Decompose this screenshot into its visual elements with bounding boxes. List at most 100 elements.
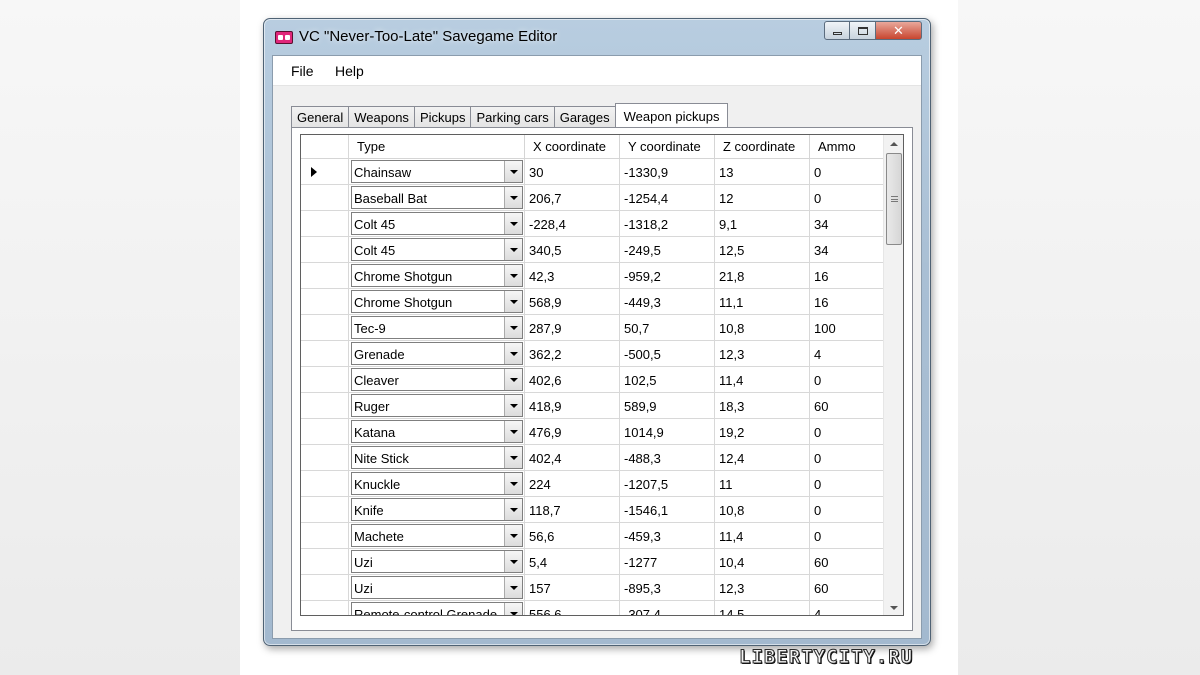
row-header[interactable] xyxy=(301,185,349,211)
menu-help[interactable]: Help xyxy=(335,63,364,79)
z-coordinate-cell[interactable]: 10,8 xyxy=(715,315,810,341)
table-row[interactable]: Grenade 362,2 -500,5 12,3 4 xyxy=(301,341,885,367)
column-header-y[interactable]: Y coordinate xyxy=(620,135,715,159)
menu-file[interactable]: File xyxy=(291,63,314,79)
type-dropdown[interactable]: Chrome Shotgun xyxy=(351,264,523,287)
table-row[interactable]: Colt 45 340,5 -249,5 12,5 34 xyxy=(301,237,885,263)
x-coordinate-cell[interactable]: 340,5 xyxy=(525,237,620,263)
x-coordinate-cell[interactable]: 224 xyxy=(525,471,620,497)
z-coordinate-cell[interactable]: 11,1 xyxy=(715,289,810,315)
table-row[interactable]: Knife 118,7 -1546,1 10,8 0 xyxy=(301,497,885,523)
table-row[interactable]: Uzi 5,4 -1277 10,4 60 xyxy=(301,549,885,575)
ammo-cell[interactable]: 4 xyxy=(810,341,885,367)
table-row[interactable]: Remote-control Grenade 556,6 -307,4 14,5 4 xyxy=(301,601,885,615)
dropdown-button[interactable] xyxy=(504,213,522,234)
tab-pickups[interactable]: Pickups xyxy=(413,106,471,128)
type-dropdown[interactable]: Uzi xyxy=(351,550,523,573)
x-coordinate-cell[interactable]: 118,7 xyxy=(525,497,620,523)
type-dropdown[interactable]: Nite Stick xyxy=(351,446,523,469)
y-coordinate-cell[interactable]: -249,5 xyxy=(620,237,715,263)
dropdown-button[interactable] xyxy=(504,265,522,286)
ammo-cell[interactable]: 0 xyxy=(810,367,885,393)
z-coordinate-cell[interactable]: 19,2 xyxy=(715,419,810,445)
table-row[interactable]: Knuckle 224 -1207,5 11 0 xyxy=(301,471,885,497)
z-coordinate-cell[interactable]: 9,1 xyxy=(715,211,810,237)
dropdown-button[interactable] xyxy=(504,395,522,416)
y-coordinate-cell[interactable]: -1318,2 xyxy=(620,211,715,237)
x-coordinate-cell[interactable]: 568,9 xyxy=(525,289,620,315)
minimize-button[interactable] xyxy=(824,21,850,40)
y-coordinate-cell[interactable]: -959,2 xyxy=(620,263,715,289)
y-coordinate-cell[interactable]: -449,3 xyxy=(620,289,715,315)
y-coordinate-cell[interactable]: 589,9 xyxy=(620,393,715,419)
scroll-down-button[interactable] xyxy=(884,599,903,615)
column-header-ammo[interactable]: Ammo xyxy=(810,135,885,159)
row-header[interactable] xyxy=(301,263,349,289)
table-row[interactable]: Chainsaw 30 -1330,9 13 0 xyxy=(301,159,885,185)
dropdown-button[interactable] xyxy=(504,525,522,546)
ammo-cell[interactable]: 60 xyxy=(810,393,885,419)
y-coordinate-cell[interactable]: -307,4 xyxy=(620,601,715,615)
x-coordinate-cell[interactable]: 287,9 xyxy=(525,315,620,341)
row-header[interactable] xyxy=(301,341,349,367)
ammo-cell[interactable]: 60 xyxy=(810,549,885,575)
row-header[interactable] xyxy=(301,419,349,445)
ammo-cell[interactable]: 100 xyxy=(810,315,885,341)
y-coordinate-cell[interactable]: -500,5 xyxy=(620,341,715,367)
dropdown-button[interactable] xyxy=(504,343,522,364)
ammo-cell[interactable]: 16 xyxy=(810,289,885,315)
x-coordinate-cell[interactable]: 418,9 xyxy=(525,393,620,419)
ammo-cell[interactable]: 0 xyxy=(810,523,885,549)
x-coordinate-cell[interactable]: 402,4 xyxy=(525,445,620,471)
app-icon[interactable] xyxy=(275,31,293,44)
type-dropdown[interactable]: Tec-9 xyxy=(351,316,523,339)
column-header-x[interactable]: X coordinate xyxy=(525,135,620,159)
y-coordinate-cell[interactable]: 50,7 xyxy=(620,315,715,341)
tab-general[interactable]: General xyxy=(291,106,349,128)
type-dropdown[interactable]: Uzi xyxy=(351,576,523,599)
y-coordinate-cell[interactable]: -1330,9 xyxy=(620,159,715,185)
row-header[interactable] xyxy=(301,393,349,419)
z-coordinate-cell[interactable]: 12 xyxy=(715,185,810,211)
row-header[interactable] xyxy=(301,211,349,237)
y-coordinate-cell[interactable]: 1014,9 xyxy=(620,419,715,445)
x-coordinate-cell[interactable]: 30 xyxy=(525,159,620,185)
x-coordinate-cell[interactable]: 362,2 xyxy=(525,341,620,367)
table-row[interactable]: Nite Stick 402,4 -488,3 12,4 0 xyxy=(301,445,885,471)
ammo-cell[interactable]: 34 xyxy=(810,211,885,237)
dropdown-button[interactable] xyxy=(504,291,522,312)
column-header-type[interactable]: Type xyxy=(349,135,525,159)
column-header-z[interactable]: Z coordinate xyxy=(715,135,810,159)
y-coordinate-cell[interactable]: -459,3 xyxy=(620,523,715,549)
z-coordinate-cell[interactable]: 11,4 xyxy=(715,523,810,549)
ammo-cell[interactable]: 0 xyxy=(810,159,885,185)
ammo-cell[interactable]: 16 xyxy=(810,263,885,289)
type-dropdown[interactable]: Machete xyxy=(351,524,523,547)
row-header[interactable] xyxy=(301,471,349,497)
y-coordinate-cell[interactable]: -1254,4 xyxy=(620,185,715,211)
table-row[interactable]: Uzi 157 -895,3 12,3 60 xyxy=(301,575,885,601)
x-coordinate-cell[interactable]: 402,6 xyxy=(525,367,620,393)
scroll-up-button[interactable] xyxy=(884,135,903,153)
row-header[interactable] xyxy=(301,445,349,471)
dropdown-button[interactable] xyxy=(504,369,522,390)
row-header[interactable] xyxy=(301,549,349,575)
z-coordinate-cell[interactable]: 11 xyxy=(715,471,810,497)
x-coordinate-cell[interactable]: 42,3 xyxy=(525,263,620,289)
type-dropdown[interactable]: Chainsaw xyxy=(351,160,523,183)
ammo-cell[interactable]: 34 xyxy=(810,237,885,263)
z-coordinate-cell[interactable]: 12,4 xyxy=(715,445,810,471)
x-coordinate-cell[interactable]: 56,6 xyxy=(525,523,620,549)
y-coordinate-cell[interactable]: -1546,1 xyxy=(620,497,715,523)
ammo-cell[interactable]: 0 xyxy=(810,497,885,523)
row-header-corner[interactable] xyxy=(301,135,349,159)
type-dropdown[interactable]: Colt 45 xyxy=(351,238,523,261)
x-coordinate-cell[interactable]: 157 xyxy=(525,575,620,601)
dropdown-button[interactable] xyxy=(504,473,522,494)
y-coordinate-cell[interactable]: -1207,5 xyxy=(620,471,715,497)
table-row[interactable]: Ruger 418,9 589,9 18,3 60 xyxy=(301,393,885,419)
scroll-thumb[interactable] xyxy=(886,153,902,245)
tab-weapons[interactable]: Weapons xyxy=(348,106,414,128)
z-coordinate-cell[interactable]: 13 xyxy=(715,159,810,185)
z-coordinate-cell[interactable]: 10,4 xyxy=(715,549,810,575)
